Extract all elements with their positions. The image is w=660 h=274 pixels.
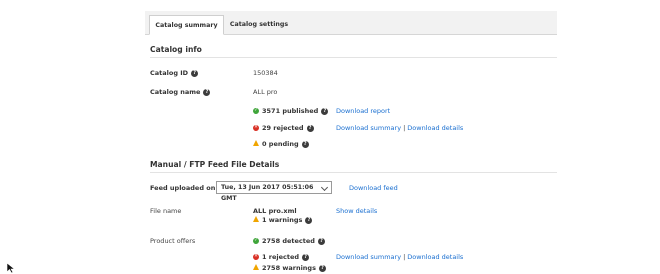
- warning-icon: [253, 216, 259, 222]
- help-icon[interactable]: ?: [302, 253, 310, 261]
- feed-uploaded-label: Feed uploaded on: [150, 184, 216, 192]
- product-offers-label: Product offers: [150, 237, 196, 245]
- catalog-id-value: 150384: [253, 69, 278, 77]
- chevron-down-icon: [320, 183, 329, 192]
- download-details-link[interactable]: Download details: [407, 253, 463, 261]
- tab-bar: Catalog summary Catalog settings: [145, 11, 557, 35]
- offers-warnings-status: 2758 warnings?: [253, 264, 326, 272]
- check-icon: ✓: [253, 108, 259, 114]
- help-icon[interactable]: ?: [321, 107, 329, 115]
- catalog-id-label-text: Catalog ID: [150, 69, 189, 77]
- rejected-status: ✕ 29 rejected?: [253, 124, 314, 132]
- pending-status: 0 pending?: [253, 140, 309, 148]
- detected-text: 2758 detected: [262, 237, 315, 245]
- download-details-link[interactable]: Download details: [407, 124, 463, 132]
- feed-date-value: Tue, 13 Jun 2017 05:51:06 GMT: [221, 184, 314, 202]
- rejected-text: 29 rejected: [262, 124, 304, 132]
- download-report-link[interactable]: Download report: [336, 107, 390, 115]
- mouse-cursor-icon: [6, 262, 16, 274]
- offers-rejected-status: ✕ 1 rejected?: [253, 253, 310, 261]
- catalog-info-heading: Catalog info: [150, 45, 202, 54]
- file-name-value: ALL pro.xml: [253, 207, 297, 215]
- pending-text: 0 pending: [262, 140, 299, 148]
- file-warnings-status: 1 warnings?: [253, 216, 313, 224]
- catalog-download-links: Download summary | Download details: [336, 124, 463, 132]
- catalog-name-label-text: Catalog name: [150, 88, 201, 96]
- error-icon: ✕: [253, 254, 259, 260]
- help-icon[interactable]: ?: [318, 264, 326, 272]
- help-icon[interactable]: ?: [203, 88, 211, 96]
- check-icon: ✓: [253, 238, 259, 244]
- catalog-id-label: Catalog ID?: [150, 69, 199, 77]
- file-name-label: File name: [150, 207, 182, 215]
- offers-warnings-text: 2758 warnings: [262, 264, 316, 272]
- help-icon[interactable]: ?: [317, 237, 325, 245]
- feed-details-heading: Manual / FTP Feed File Details: [150, 160, 280, 169]
- error-icon: ✕: [253, 125, 259, 131]
- tab-catalog-summary[interactable]: Catalog summary: [149, 15, 224, 35]
- link-separator: |: [403, 253, 406, 261]
- catalog-name-value: ALL pro: [253, 88, 278, 96]
- download-summary-link[interactable]: Download summary: [336, 124, 401, 132]
- help-icon[interactable]: ?: [191, 69, 199, 77]
- offers-download-links: Download summary | Download details: [336, 253, 463, 261]
- section-divider: [150, 57, 557, 58]
- detected-status: ✓ 2758 detected?: [253, 237, 325, 245]
- feed-date-select[interactable]: Tue, 13 Jun 2017 05:51:06 GMT: [216, 181, 332, 202]
- offers-rejected-text: 1 rejected: [262, 253, 300, 261]
- file-warnings-text: 1 warnings: [262, 216, 303, 224]
- help-icon[interactable]: ?: [306, 124, 314, 132]
- help-icon[interactable]: ?: [305, 216, 313, 224]
- help-icon[interactable]: ?: [301, 140, 309, 148]
- catalog-name-label: Catalog name?: [150, 88, 211, 96]
- section-divider: [150, 172, 557, 173]
- download-feed-link[interactable]: Download feed: [349, 184, 398, 192]
- link-separator: |: [403, 124, 406, 132]
- warning-icon: [253, 264, 259, 270]
- show-details-link[interactable]: Show details: [336, 207, 377, 215]
- published-status: ✓ 3571 published?: [253, 107, 329, 115]
- published-text: 3571 published: [262, 107, 319, 115]
- warning-icon: [253, 140, 259, 146]
- tab-catalog-settings[interactable]: Catalog settings: [225, 15, 293, 34]
- download-summary-link[interactable]: Download summary: [336, 253, 401, 261]
